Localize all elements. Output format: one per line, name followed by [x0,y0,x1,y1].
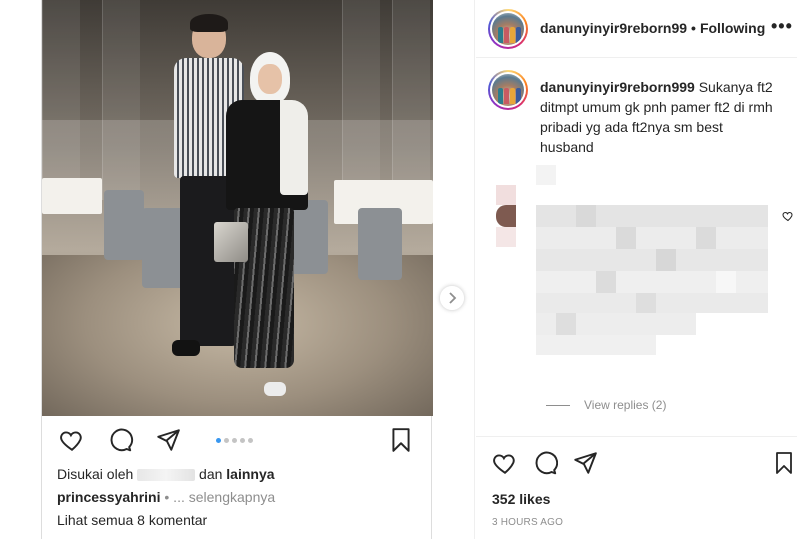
next-image-button[interactable] [440,286,464,310]
screenshot-liked-by: Disukai oleh dan lainnya [57,466,275,482]
screenshot-caption: princessyahrini • ... selengkapnya [57,489,276,505]
save-button[interactable] [772,450,796,476]
replies-divider [546,404,570,406]
blurred-username [137,469,196,482]
carousel-dots [216,438,253,443]
bookmark-icon [392,428,410,452]
more-options-button[interactable]: ••• [771,16,793,37]
like-button[interactable] [492,450,518,476]
post-details-panel: danunyinyir9reborn99 • Following ••• danun… [476,0,797,539]
comment-icon [110,428,134,452]
view-replies-button[interactable]: View replies (2) [546,398,666,412]
avatar[interactable] [488,9,528,49]
caption-username[interactable]: danunyinyir9reborn999 [540,79,695,95]
heart-icon [60,431,82,451]
post-timestamp[interactable]: 3 HOURS AGO [492,517,563,528]
post-header: danunyinyir9reborn99 • Following ••• [476,0,797,58]
pixelated-comment [496,165,796,380]
header-username[interactable]: danunyinyir9reborn99 [540,20,687,36]
post-media: Disukai oleh dan lainnya princessyahrini… [0,0,475,539]
screenshot-action-bar [42,425,433,459]
restaurant-couple-photo [42,0,433,416]
header-username-row: danunyinyir9reborn99 • Following [540,20,766,36]
post-caption: danunyinyir9reborn999 Sukanya ft2 ditmpt… [540,77,780,157]
instagram-post-view: Disukai oleh dan lainnya princessyahrini… [0,0,797,539]
comment-button[interactable] [532,450,558,476]
caption-avatar[interactable] [488,70,528,110]
chevron-right-icon [449,292,457,304]
send-icon [157,429,180,451]
following-button[interactable]: Following [700,20,765,36]
photo-woman [214,52,312,402]
share-button[interactable] [572,450,598,476]
comment-like-icon[interactable] [782,210,794,222]
screenshot-view-comments: Lihat semua 8 komentar [57,512,208,528]
post-action-bar [476,436,797,486]
screenshot-image: Disukai oleh dan lainnya princessyahrini… [41,0,433,539]
likes-count[interactable]: 352 likes [492,491,550,507]
